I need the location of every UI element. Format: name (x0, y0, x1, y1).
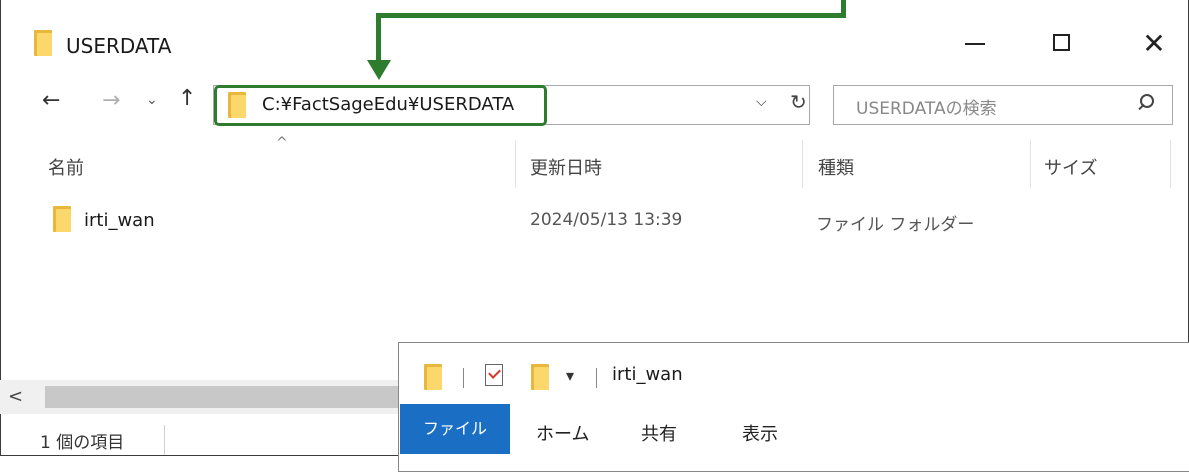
back-arrow-icon[interactable]: ← (42, 88, 60, 113)
column-header-date[interactable]: 更新日時 (530, 154, 602, 180)
scroll-left-icon[interactable]: < (8, 386, 23, 407)
file-date: 2024/05/13 13:39 (530, 210, 683, 230)
address-dropdown-icon[interactable]: ⌵ (756, 94, 767, 110)
file-type: ファイル フォルダー (816, 215, 975, 235)
status-item-count: 1 個の項目 (40, 433, 125, 453)
sort-ascending-icon: ^ (276, 135, 288, 151)
column-divider[interactable] (1170, 140, 1171, 188)
annotation-arrow-head (367, 60, 391, 80)
forward-arrow-icon[interactable]: → (102, 88, 120, 113)
window-title: USERDATA (66, 34, 172, 58)
minimize-button[interactable] (955, 24, 995, 64)
tab-view[interactable]: 表示 (742, 420, 778, 446)
column-divider[interactable] (1030, 140, 1031, 188)
column-header-size[interactable]: サイズ (1044, 154, 1097, 180)
quick-access-folder-icon[interactable] (424, 364, 442, 390)
recent-locations-chevron-icon[interactable]: ⌄ (146, 92, 158, 108)
maximize-icon (1053, 34, 1070, 51)
maximize-button[interactable] (1042, 24, 1082, 64)
toolbar-divider (463, 368, 464, 388)
column-header-name[interactable]: 名前 (48, 154, 84, 180)
column-header-type[interactable]: 種類 (818, 154, 854, 180)
search-icon[interactable] (1140, 94, 1154, 108)
refresh-icon[interactable]: ↻ (790, 90, 807, 114)
column-divider[interactable] (802, 140, 803, 188)
second-window-title: irti_wan (612, 364, 683, 385)
address-highlight-annotation (214, 85, 547, 126)
folder-icon (53, 206, 71, 232)
annotation-arrow-horizontal (376, 13, 846, 18)
tab-home[interactable]: ホーム (536, 420, 589, 446)
folder-icon (34, 30, 52, 56)
close-button[interactable]: ✕ (1134, 24, 1174, 64)
properties-check-icon[interactable] (485, 364, 503, 386)
scrollbar-thumb[interactable] (45, 386, 400, 408)
up-arrow-icon[interactable]: ↑ (178, 86, 196, 111)
toolbar-divider (596, 368, 597, 388)
tab-file[interactable]: ファイル (400, 404, 510, 454)
search-input[interactable]: USERDATAの検索 (856, 94, 997, 119)
status-divider (164, 425, 165, 455)
column-divider[interactable] (515, 140, 516, 188)
file-name[interactable]: irti_wan (84, 210, 155, 231)
quick-access-dropdown-icon[interactable]: ▾ (566, 366, 574, 385)
second-explorer-window (398, 342, 1189, 472)
tab-share[interactable]: 共有 (641, 420, 677, 446)
new-folder-icon[interactable] (531, 364, 549, 390)
minimize-icon (965, 43, 985, 45)
